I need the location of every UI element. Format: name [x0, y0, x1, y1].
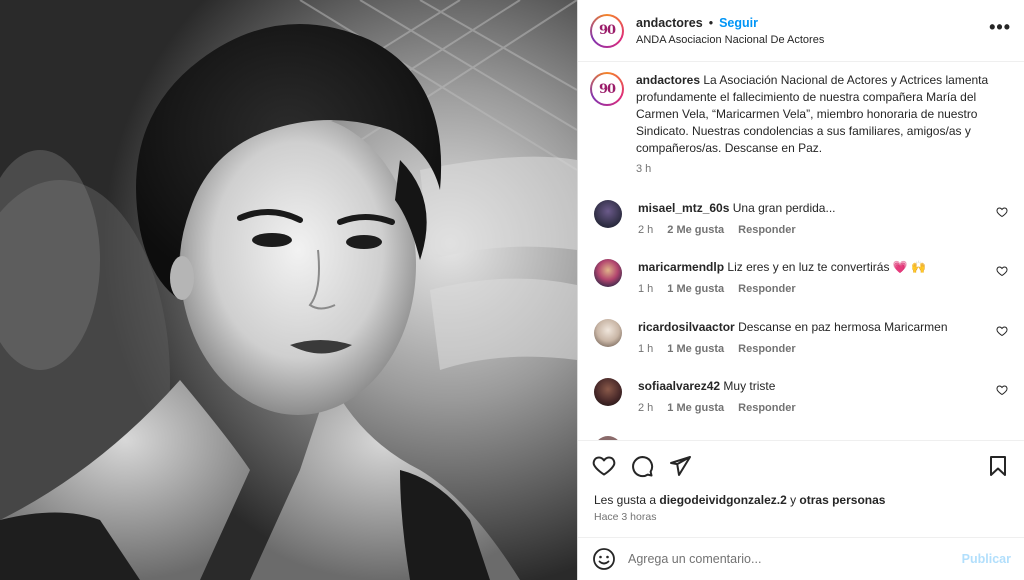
caption-avatar[interactable]: 90	[590, 72, 624, 106]
comment-heart-icon[interactable]	[996, 325, 1008, 337]
comment-likes[interactable]: 1 Me gusta	[667, 402, 724, 414]
comment-likes[interactable]: 2 Me gusta	[667, 224, 724, 236]
caption-text: andactores La Asociación Nacional de Act…	[636, 72, 1015, 157]
comment-time[interactable]: 2 h	[638, 224, 653, 236]
caption-username[interactable]: andactores	[636, 73, 700, 87]
comment-text: Muy triste	[723, 379, 776, 393]
comment-username[interactable]: maricarmendlp	[638, 260, 724, 274]
post-caption: 90 andactores La Asociación Nacional de …	[590, 72, 1015, 175]
publish-button[interactable]: Publicar	[962, 552, 1011, 566]
post-dialog: 90 andactores • Seguir ANDA Asociacion N…	[0, 0, 1024, 580]
post-photo[interactable]	[0, 0, 577, 580]
likes-middle: y	[786, 493, 800, 507]
caption-time[interactable]: 3 h	[636, 163, 1015, 175]
comment-time[interactable]: 1 h	[638, 283, 653, 295]
anda-logo-text: 90	[598, 23, 616, 38]
likes-prefix: Les gusta a	[594, 493, 660, 507]
reply-button[interactable]: Responder	[738, 283, 795, 295]
bookmark-icon[interactable]	[986, 454, 1010, 478]
comment-input[interactable]	[628, 552, 962, 566]
post-actions	[592, 454, 692, 478]
liker-username[interactable]: diegodeividgonzalez.2	[659, 493, 786, 507]
more-options-icon[interactable]: •••	[989, 18, 1011, 36]
comment-likes[interactable]: 1 Me gusta	[667, 283, 724, 295]
comment-text: Liz eres y en luz te convertirás 💗 🙌	[727, 260, 927, 274]
follow-button[interactable]: Seguir	[719, 16, 758, 30]
account-avatar[interactable]: 90	[590, 13, 624, 48]
comment-bubble-icon[interactable]	[630, 454, 654, 478]
commenter-avatar[interactable]	[594, 378, 622, 406]
commenter-avatar[interactable]	[594, 259, 622, 287]
comment-text: Una gran perdida...	[732, 201, 836, 215]
separator-dot: •	[708, 15, 714, 30]
portrait-image	[0, 0, 577, 580]
others-liked-link[interactable]: otras personas	[799, 493, 885, 507]
comment-time[interactable]: 1 h	[638, 343, 653, 355]
commenter-avatar[interactable]	[594, 200, 622, 228]
add-comment-bar: Publicar	[578, 537, 1024, 580]
comment-heart-icon[interactable]	[996, 206, 1008, 218]
likes-summary: Les gusta a diegodeividgonzalez.2 y otra…	[594, 493, 885, 507]
comment-item: misael_mtz_60s Una gran perdida... 2 h 2…	[594, 200, 1014, 236]
paper-plane-icon[interactable]	[668, 454, 692, 478]
reply-button[interactable]: Responder	[738, 402, 795, 414]
heart-icon[interactable]	[592, 454, 616, 478]
comment-text: Descanse en paz hermosa Maricarmen	[738, 320, 948, 334]
account-username[interactable]: andactores	[636, 16, 703, 30]
smiley-icon[interactable]	[592, 547, 616, 571]
post-details-panel: 90 andactores • Seguir ANDA Asociacion N…	[577, 0, 1024, 580]
anda-logo-text: 90	[598, 81, 616, 97]
comment-item: ricardosilvaactor Descanse en paz hermos…	[594, 319, 1014, 355]
divider	[578, 440, 1024, 441]
commenter-avatar[interactable]	[594, 319, 622, 347]
comment-heart-icon[interactable]	[996, 384, 1008, 396]
comment-time[interactable]: 2 h	[638, 402, 653, 414]
account-subtitle[interactable]: ANDA Asociacion Nacional De Actores	[636, 34, 824, 46]
comment-item: sofiaalvarez42 Muy triste 2 h 1 Me gusta…	[594, 378, 1014, 414]
post-header: 90 andactores • Seguir ANDA Asociacion N…	[578, 0, 1024, 62]
comment-item: maricarmendlp Liz eres y en luz te conve…	[594, 259, 1014, 295]
comment-username[interactable]: sofiaalvarez42	[638, 379, 720, 393]
reply-button[interactable]: Responder	[738, 224, 795, 236]
comment-likes[interactable]: 1 Me gusta	[667, 343, 724, 355]
comment-heart-icon[interactable]	[996, 265, 1008, 277]
reply-button[interactable]: Responder	[738, 343, 795, 355]
comment-username[interactable]: misael_mtz_60s	[638, 201, 729, 215]
post-timestamp[interactable]: Hace 3 horas	[594, 511, 656, 523]
comment-username[interactable]: ricardosilvaactor	[638, 320, 735, 334]
